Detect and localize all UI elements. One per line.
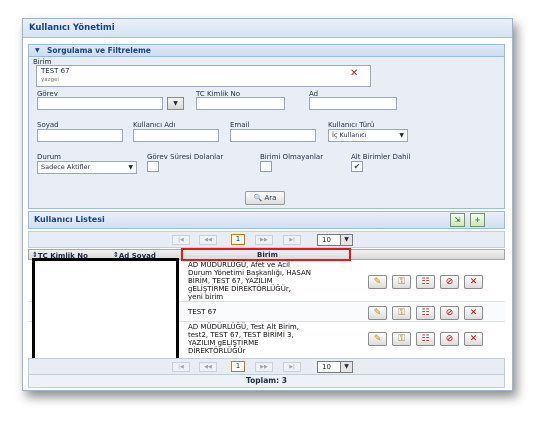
tc-input[interactable] [196, 97, 285, 110]
collapse-triangle-icon[interactable]: ▼ [35, 45, 40, 56]
soyad-label: Soyad [37, 121, 59, 129]
chevron-down-icon: ▼ [399, 132, 404, 139]
page-number[interactable]: 1 [231, 234, 245, 245]
edit-pencil-icon[interactable]: ✎ [368, 332, 387, 346]
edit-pencil-icon[interactable]: ✎ [368, 275, 387, 289]
alt-birimler-label: Alt Birimler Dahil [351, 153, 411, 161]
durum-select[interactable]: Sadece Aktifler ▼ [37, 161, 137, 174]
next-page-icon[interactable]: ▶▶ [255, 235, 273, 245]
page-size-value: 10 [322, 363, 331, 371]
chevron-down-icon: ▼ [340, 362, 352, 372]
kullanici-adi-label: Kullanıcı Adı [133, 121, 176, 129]
filter-section-header[interactable]: ▼ Sorgulama ve Filtreleme [28, 44, 505, 57]
gorev-dropdown-button[interactable]: ▼ [167, 97, 184, 110]
delete-x-icon[interactable]: ✕ [464, 332, 483, 346]
checkmark-icon: ✔ [353, 162, 361, 171]
kullanici-turu-label: Kullanıcı Türü [328, 121, 375, 129]
delete-x-icon[interactable]: ✕ [464, 275, 483, 289]
alt-birimler-checkbox[interactable]: ✔ [351, 161, 363, 172]
first-page-icon[interactable]: |◀ [172, 362, 190, 372]
search-button[interactable]: 🔍 Ara [245, 191, 285, 205]
page-size-select[interactable]: 10 ▼ [317, 361, 353, 373]
excel-export-icon[interactable]: ⇲ [450, 213, 465, 227]
row-birim-cell: AD MÜDÜRLÜĞÜ, Test Alt Birim, test2, TES… [188, 323, 299, 355]
durum-value: Sadece Aktifler [41, 163, 91, 171]
user-list-header: Kullanıcı Listesi [28, 211, 505, 229]
edit-pencil-icon[interactable]: ✎ [368, 306, 387, 320]
disable-icon[interactable]: ⊘ [440, 306, 459, 320]
birim-sub-value: yazgel [41, 77, 59, 83]
row-birim-cell: TEST 67 [188, 308, 217, 316]
user-roles-icon[interactable]: ☷ [416, 306, 435, 320]
last-page-icon[interactable]: ▶| [283, 362, 301, 372]
key-icon[interactable]: ⚿ [392, 332, 411, 346]
disable-icon[interactable]: ⊘ [440, 275, 459, 289]
user-roles-icon[interactable]: ☷ [416, 332, 435, 346]
total-count: Toplam: 3 [28, 374, 505, 388]
panel-title: Kullanıcı Yönetimi [23, 19, 512, 38]
gorev-select[interactable] [37, 97, 163, 110]
pager-bottom: |◀ ◀◀ 1 ▶▶ ▶| 10 ▼ [28, 358, 505, 375]
page-number[interactable]: 1 [231, 361, 245, 372]
durum-label: Durum [37, 153, 61, 161]
search-icon: 🔍 [253, 194, 263, 202]
gorev-suresi-checkbox[interactable] [147, 161, 159, 172]
remove-x-icon[interactable]: ✕ [350, 68, 358, 79]
page-size-select[interactable]: 10 ▼ [317, 234, 353, 246]
chevron-down-icon: ▼ [340, 235, 352, 245]
disable-icon[interactable]: ⊘ [440, 332, 459, 346]
birim-field[interactable]: TEST 67 yazgel ✕ [36, 65, 371, 87]
chevron-down-icon: ▼ [128, 164, 133, 171]
row-birim-cell: AD MÜDÜRLÜĞÜ, Afet ve Acil Durum Yönetim… [188, 261, 312, 301]
kullanici-turu-select[interactable]: İç Kullanıcı ▼ [328, 129, 408, 142]
add-user-icon[interactable]: + [470, 213, 485, 227]
prev-page-icon[interactable]: ◀◀ [199, 235, 217, 245]
key-icon[interactable]: ⚿ [392, 275, 411, 289]
user-roles-icon[interactable]: ☷ [416, 275, 435, 289]
prev-page-icon[interactable]: ◀◀ [199, 362, 217, 372]
search-button-label: Ara [264, 194, 277, 202]
birim-value: TEST 67 [41, 67, 70, 75]
redaction-box [32, 258, 179, 374]
kullanici-turu-value: İç Kullanıcı [332, 131, 367, 139]
key-icon[interactable]: ⚿ [392, 306, 411, 320]
filter-section-title: Sorgulama ve Filtreleme [47, 46, 151, 55]
gorev-suresi-label: Görev Süresi Dolanlar [147, 153, 224, 161]
page-size-value: 10 [322, 236, 331, 244]
user-management-panel: Kullanıcı Yönetimi ▼ Sorgulama ve Filtre… [22, 18, 513, 391]
kullanici-adi-input[interactable] [133, 129, 219, 142]
birim-olmayanlar-label: Birimi Olmayanlar [260, 153, 324, 161]
first-page-icon[interactable]: |◀ [172, 235, 190, 245]
birim-olmayanlar-checkbox[interactable] [260, 161, 272, 172]
email-input[interactable] [230, 129, 316, 142]
ad-input[interactable] [309, 97, 397, 110]
delete-x-icon[interactable]: ✕ [464, 306, 483, 320]
chevron-down-icon: ▼ [173, 100, 178, 107]
pager-top: |◀ ◀◀ 1 ▶▶ ▶| 10 ▼ [28, 231, 505, 248]
user-list-title: Kullanıcı Listesi [34, 215, 105, 224]
email-label: Email [230, 121, 250, 129]
last-page-icon[interactable]: ▶| [283, 235, 301, 245]
next-page-icon[interactable]: ▶▶ [255, 362, 273, 372]
soyad-input[interactable] [37, 129, 123, 142]
